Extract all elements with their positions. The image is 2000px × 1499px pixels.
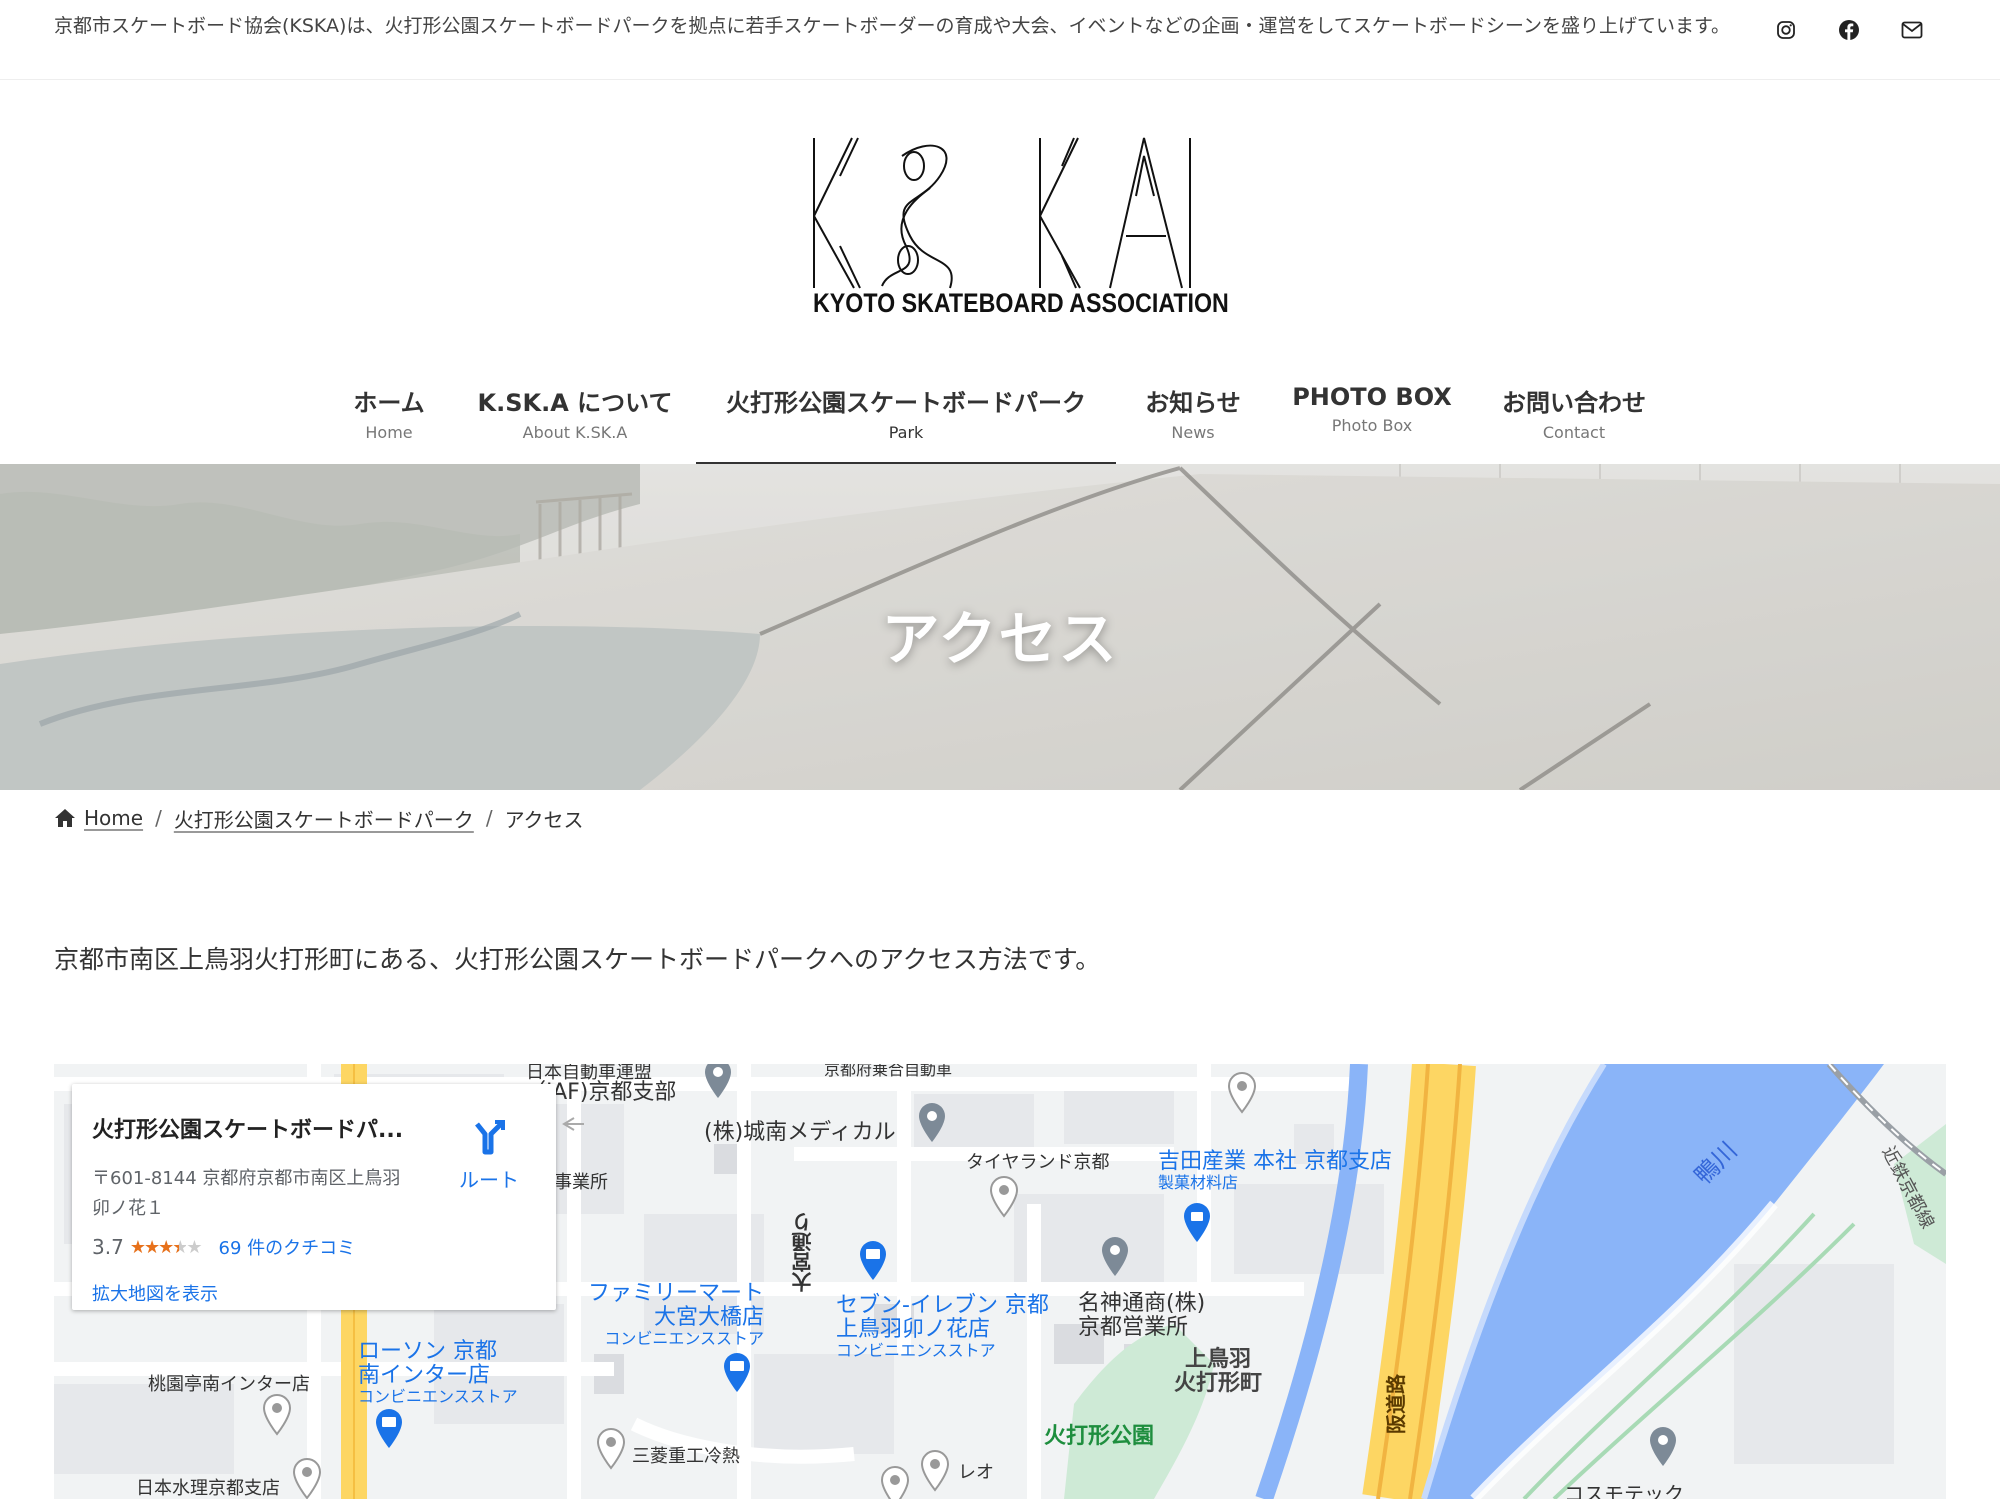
logo-wordmark (813, 137, 1191, 289)
nav-sublabel: About K.SK.A (522, 423, 628, 442)
breadcrumb: Home / 火打形公園スケートボードパーク / アクセス (54, 800, 584, 836)
directions-icon (475, 1120, 505, 1155)
map-district-label: 上鳥羽 火打形町 (1174, 1348, 1262, 1396)
nav-label: PHOTO BOX (1292, 383, 1452, 411)
convenience-store-pin-icon[interactable] (720, 1350, 754, 1394)
map-label-seven: セブン-イレブン 京都 上鳥羽卯ノ花店 コンビニエンスストア (836, 1294, 1049, 1360)
facebook-icon[interactable] (1835, 16, 1863, 44)
nav-item-photo-box[interactable]: PHOTO BOX Photo Box (1290, 370, 1454, 464)
map-sublabel: コンビニエンスストア (836, 1341, 996, 1360)
map-label: セブン-イレブン 京都 (836, 1293, 1049, 1318)
map-label-famima: ファミリーマート 大宮大橋店 コンビニエンスストア (588, 1282, 764, 1348)
map-label-lawson: ローソン 京都 南インター店 コンビニエンスストア (358, 1340, 518, 1406)
map-pin-icon[interactable] (290, 1456, 324, 1499)
nav-item-home[interactable]: ホーム Home (340, 370, 438, 464)
map-label: 京都営業所 (1078, 1315, 1189, 1340)
map-pin-icon[interactable] (1225, 1070, 1259, 1114)
map-pin-icon[interactable] (1098, 1234, 1132, 1278)
map-label: 吉田産業 本社 京都支店 (1158, 1149, 1392, 1174)
map-label: 南インター店 (358, 1363, 491, 1388)
breadcrumb-current: アクセス (504, 807, 584, 832)
map-label: 上鳥羽卯ノ花店 (836, 1317, 991, 1342)
nav-item-about[interactable]: K.SK.A について About K.SK.A (470, 370, 680, 464)
map-road-label: 大宮通り (791, 1212, 815, 1292)
breadcrumb-home-link[interactable]: Home (84, 806, 143, 830)
map-pin-icon[interactable] (594, 1426, 628, 1470)
home-icon (54, 808, 76, 828)
instagram-icon[interactable] (1772, 16, 1800, 44)
map-pin-icon[interactable] (915, 1100, 949, 1144)
map-label-yoshida: 吉田産業 本社 京都支店 製菓材料店 (1158, 1150, 1392, 1192)
route-label: ルート (459, 1168, 519, 1192)
nav-sublabel: Photo Box (1331, 416, 1413, 435)
map-pin-icon[interactable] (701, 1064, 735, 1100)
map-label: 火打形町 (1174, 1371, 1263, 1396)
map-label: 大宮大橋店 (654, 1305, 765, 1330)
embedded-map[interactable]: 日本自動車連盟 （JAF)京都支部 京都府乗合自動車 (株)城南メディカル 事業… (54, 1064, 1946, 1499)
map-label: 上鳥羽 (1185, 1347, 1252, 1372)
convenience-store-pin-icon[interactable] (856, 1238, 890, 1282)
rating-value: 3.7 (92, 1235, 124, 1259)
view-larger-map-link[interactable]: 拡大地図を表示 (92, 1280, 218, 1306)
map-label: ローソン 京都 (358, 1339, 497, 1364)
map-label: タイヤランド京都 (966, 1152, 1110, 1173)
nav-label: お問い合わせ (1502, 389, 1646, 417)
map-label: 事業所 (554, 1172, 608, 1193)
breadcrumb-separator: / (485, 806, 493, 830)
map-label: レオ (958, 1462, 994, 1483)
map-sublabel: コンビニエンスストア (358, 1387, 518, 1406)
map-road-label: 阪道路 (1384, 1374, 1408, 1434)
map-label: 三菱重工冷熱 (632, 1446, 740, 1467)
nav-sublabel: Contact (1542, 423, 1606, 442)
map-pin-icon[interactable] (878, 1464, 912, 1499)
top-bar: 京都市スケートボード協会(KSKA)は、火打形公園スケートボードパークを拠点に若… (0, 0, 2000, 80)
place-address-line: 〒601-8144 京都府京都市南区上鳥羽 (92, 1168, 401, 1189)
map-pin-icon[interactable] (918, 1448, 952, 1492)
map-sublabel: コンビニエンスストア (604, 1329, 765, 1348)
map-pin-icon[interactable] (260, 1392, 294, 1436)
map-label-meishin: 名神通商(株) 京都営業所 (1078, 1292, 1205, 1340)
map-label: コスモテック (1564, 1482, 1684, 1499)
map-label: 京都府乗合自動車 (824, 1064, 953, 1079)
map-pin-icon[interactable] (987, 1174, 1021, 1218)
map-park-label: 火打形公園 (1044, 1424, 1155, 1449)
nav-sublabel: News (1171, 423, 1215, 442)
page-hero: アクセス (0, 464, 2000, 790)
nav-item-news[interactable]: お知らせ News (1136, 370, 1250, 464)
map-pin-icon[interactable] (1646, 1424, 1680, 1468)
nav-item-park[interactable]: 火打形公園スケートボードパーク Park (696, 370, 1116, 464)
rating-stars-icon: ★★★★★ (129, 1236, 203, 1258)
breadcrumb-park-link[interactable]: 火打形公園スケートボードパーク (174, 804, 474, 833)
place-info-card: 火打形公園スケートボードパ... 〒601-8144 京都府京都市南区上鳥羽 卯… (72, 1084, 556, 1310)
reviews-link[interactable]: 69 件のクチコミ (219, 1234, 356, 1260)
mail-icon[interactable] (1898, 16, 1926, 44)
place-rating: 3.7 ★★★★★ 69 件のクチコミ (92, 1234, 355, 1260)
place-name: 火打形公園スケートボードパ... (92, 1118, 404, 1143)
intro-text: 京都市南区上鳥羽火打形町にある、火打形公園スケートボードパークへのアクセス方法で… (54, 945, 1101, 974)
place-address-line: 卯ノ花１ (92, 1198, 164, 1219)
nav-label: ホーム (353, 389, 425, 417)
nav-item-contact[interactable]: お問い合わせ Contact (1490, 370, 1658, 464)
place-address: 〒601-8144 京都府京都市南区上鳥羽 卯ノ花１ (92, 1164, 432, 1224)
nav-label: お知らせ (1145, 389, 1241, 417)
map-label: (株)城南メディカル (704, 1120, 896, 1145)
map-label: ファミリーマート (588, 1281, 765, 1306)
nav-sublabel: Home (365, 423, 413, 442)
nav-label: 火打形公園スケートボードパーク (726, 389, 1086, 417)
map-sublabel: 製菓材料店 (1158, 1173, 1239, 1192)
page-title: アクセス (881, 605, 1119, 673)
convenience-store-pin-icon[interactable] (372, 1406, 406, 1450)
map-label: 名神通商(株) (1078, 1291, 1206, 1316)
route-button[interactable]: ルート (444, 1120, 534, 1193)
map-label: 日本水理京都支店 (136, 1478, 280, 1499)
nav-label: K.SK.A について (477, 389, 673, 417)
shopping-pin-icon[interactable] (1180, 1200, 1214, 1244)
main-nav: ホーム Home K.SK.A について About K.SK.A 火打形公園ス… (0, 370, 2000, 464)
site-description: 京都市スケートボード協会(KSKA)は、火打形公園スケートボードパークを拠点に若… (54, 15, 1731, 37)
logo-tagline: KYOTO SKATEBOARD ASSOCIATION (813, 288, 1229, 318)
nav-sublabel: Park (888, 423, 924, 442)
breadcrumb-separator: / (155, 806, 162, 830)
